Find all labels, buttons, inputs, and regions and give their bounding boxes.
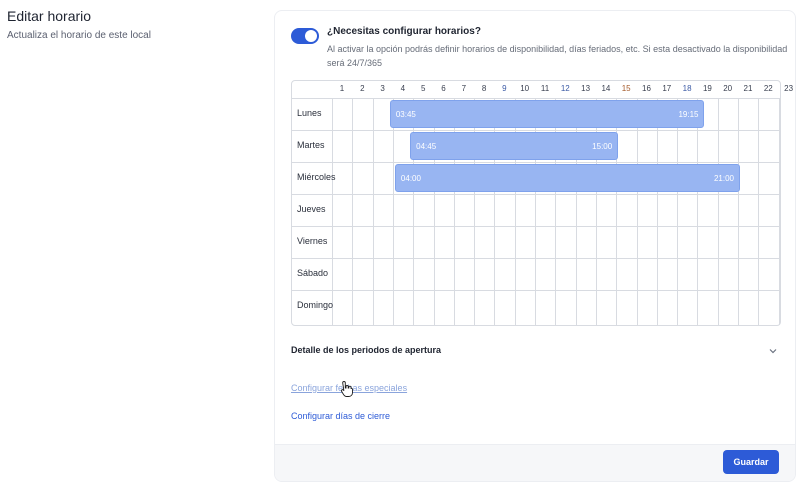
hour-label: 15 <box>621 84 631 93</box>
page-title: Editar horario <box>7 8 92 24</box>
period-end-time: 21:00 <box>713 174 735 183</box>
hour-label: 22 <box>763 84 773 93</box>
card-footer: Guardar <box>275 444 795 481</box>
hour-label: 7 <box>461 84 467 93</box>
opening-period-bar[interactable]: 04:00 21:00 <box>394 164 741 192</box>
day-label: Lunes <box>297 108 322 118</box>
hour-label: 20 <box>723 84 733 93</box>
closed-days-link[interactable]: Configurar días de cierre <box>291 411 390 421</box>
opening-period-bar[interactable]: 04:45 15:00 <box>410 132 619 160</box>
hours-header: 1 2 3 4 5 6 7 8 9 10 11 12 13 14 15 16 17 18 19 20 21 22 23 <box>292 81 793 99</box>
hand-cursor-icon <box>340 381 353 397</box>
hour-label: 13 <box>581 84 591 93</box>
hour-label: 18 <box>682 84 692 93</box>
hour-label: 6 <box>441 84 446 93</box>
schedule-toggle[interactable] <box>291 28 319 44</box>
page-subtitle: Actualiza el horario de este local <box>7 30 151 41</box>
hour-label: 14 <box>601 84 611 93</box>
toggle-knob <box>305 30 317 42</box>
hour-label: 23 <box>784 84 794 93</box>
period-end-time: 15:00 <box>592 142 613 151</box>
day-row[interactable]: Jueves <box>292 194 780 227</box>
day-label: Domingo <box>297 300 334 310</box>
hour-label: 16 <box>642 84 651 93</box>
chevron-down-icon[interactable] <box>767 345 779 357</box>
hour-label: 11 <box>540 84 550 93</box>
period-end-time: 19:15 <box>678 110 699 119</box>
day-label: Viernes <box>297 236 328 246</box>
hour-label: 1 <box>339 84 345 93</box>
hour-label: 2 <box>360 84 365 93</box>
period-start-time: 04:00 <box>400 174 421 183</box>
period-start-time: 04:45 <box>416 142 437 151</box>
detail-title: Detalle de los periodos de apertura <box>291 345 442 355</box>
page-header: Editar horario Actualiza el horario de e… <box>7 8 151 41</box>
period-start-time: 03:45 <box>395 110 416 119</box>
hour-label: 10 <box>520 84 530 93</box>
hour-label: 21 <box>743 84 753 93</box>
day-row[interactable]: Domingo <box>292 290 780 322</box>
day-label: Jueves <box>297 204 326 214</box>
day-label: Martes <box>297 140 325 150</box>
toggle-title: ¿Necesitas configurar horarios? <box>327 26 481 37</box>
toggle-description: Al activar la opción podrás definir hora… <box>327 44 788 68</box>
schedule-grid: 1 2 3 4 5 6 7 8 9 10 11 12 13 14 15 16 17 18 19 20 21 22 23 Lu… <box>291 80 793 326</box>
hour-label: 3 <box>380 84 385 93</box>
hour-label: 5 <box>420 84 426 93</box>
day-label: Miércoles <box>297 172 336 182</box>
hour-label: 4 <box>400 84 406 93</box>
hour-label: 17 <box>662 84 672 93</box>
opening-period-bar[interactable]: 03:45 19:15 <box>389 100 705 128</box>
day-row[interactable]: Viernes <box>292 226 780 259</box>
opening-periods-detail[interactable]: Detalle de los periodos de apertura <box>291 345 779 361</box>
save-button[interactable]: Guardar <box>723 450 779 474</box>
day-label: Sábado <box>297 268 329 278</box>
hour-label: 12 <box>560 84 570 93</box>
hour-label: 9 <box>502 84 507 93</box>
hour-label: 19 <box>702 84 712 93</box>
day-row[interactable]: Sábado <box>292 258 780 291</box>
hour-label: 8 <box>481 84 487 93</box>
toggle-text: ¿Necesitas configurar horarios? Al activ… <box>327 26 795 70</box>
schedule-card: ¿Necesitas configurar horarios? Al activ… <box>274 10 796 482</box>
